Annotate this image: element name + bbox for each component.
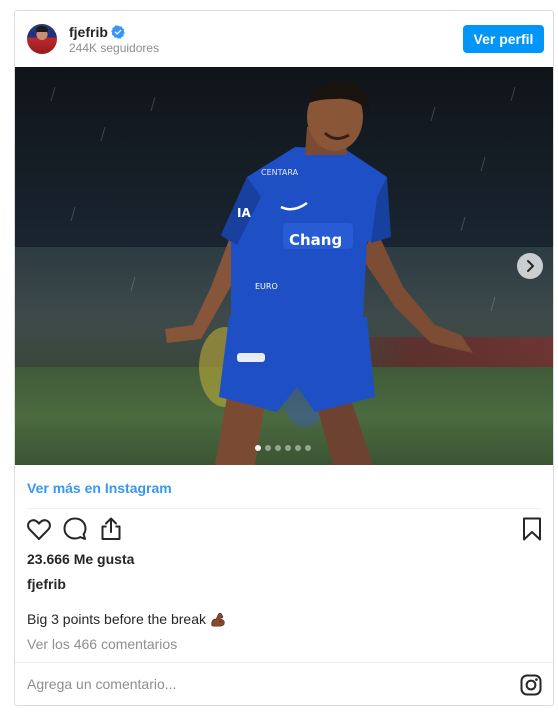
carousel-dot[interactable]	[295, 445, 301, 451]
comment-input[interactable]	[27, 673, 497, 695]
divider	[15, 662, 553, 663]
view-more-on-instagram-link[interactable]: Ver más en Instagram	[27, 480, 172, 496]
comment-button[interactable]	[61, 515, 89, 543]
view-profile-button[interactable]: Ver perfil	[463, 25, 544, 53]
action-bar	[15, 515, 553, 551]
instagram-embed-card: fjefrib 244K seguidores Ver perfil Chang…	[14, 10, 554, 706]
post-header: fjefrib 244K seguidores Ver perfil	[15, 11, 553, 67]
verified-badge-icon	[111, 25, 125, 39]
carousel-dot[interactable]	[275, 445, 281, 451]
bookmark-icon	[523, 517, 541, 541]
carousel-dot[interactable]	[305, 445, 311, 451]
chevron-right-icon	[527, 260, 534, 272]
follower-count: 244K seguidores	[69, 41, 160, 55]
share-icon	[101, 517, 121, 540]
carousel-dot[interactable]	[255, 445, 261, 451]
instagram-logo-icon[interactable]	[519, 673, 543, 697]
carousel-next-button[interactable]	[517, 253, 543, 279]
caption-username[interactable]: fjefrib	[27, 576, 66, 592]
view-comments-link[interactable]: Ver los 466 comentarios	[27, 636, 177, 652]
carousel-dot[interactable]	[285, 445, 291, 451]
heart-icon	[27, 519, 51, 540]
username[interactable]: fjefrib	[69, 24, 108, 40]
carousel-dot[interactable]	[265, 445, 271, 451]
like-count[interactable]: 23.666 Me gusta	[27, 551, 134, 567]
divider	[27, 508, 541, 509]
share-button[interactable]	[97, 515, 125, 543]
carousel-indicator	[255, 445, 315, 451]
post-photo[interactable]: Chang CENTARA IA EURO	[15, 67, 553, 465]
like-button[interactable]	[25, 515, 53, 543]
jersey-sleeve-text: EURO	[255, 282, 278, 291]
jersey-sponsor-text: Chang	[289, 231, 342, 249]
jersey-top-sponsor: CENTARA	[261, 168, 299, 177]
comment-bubble-icon	[63, 517, 87, 540]
avatar[interactable]	[27, 24, 57, 54]
caption-text: Big 3 points before the break	[27, 611, 207, 627]
jersey-chest-text: IA	[237, 206, 251, 220]
save-button[interactable]	[518, 515, 546, 543]
flexed-biceps-icon	[211, 612, 225, 627]
player-illustration: Chang CENTARA IA EURO	[50, 80, 516, 465]
